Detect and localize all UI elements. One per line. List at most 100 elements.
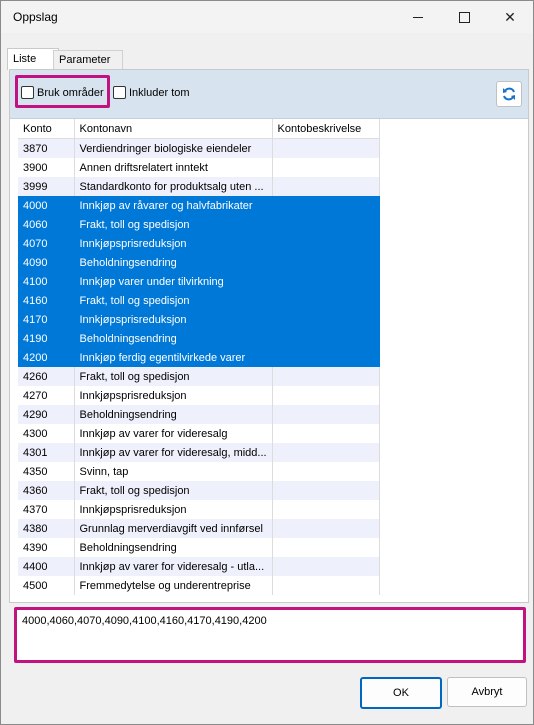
- cell-kontobeskrivelse: [272, 158, 380, 177]
- table-row[interactable]: 4400 Innkjøp av varer for videresalg - ut…: [18, 557, 380, 576]
- table-row[interactable]: 4170 Innkjøpsprisreduksjon: [18, 310, 380, 329]
- table-row[interactable]: 4380 Grunnlag merverdiavgift ved innførse…: [18, 519, 380, 538]
- cell-kontonavn: Innkjøp av varer for videresalg - utla..…: [74, 557, 273, 576]
- tab-parameter[interactable]: Parameter: [53, 50, 123, 70]
- cell-konto: 4300: [18, 424, 75, 443]
- selection-result-field[interactable]: 4000,4060,4070,4090,4100,4160,4170,4190,…: [14, 607, 526, 663]
- cell-kontonavn: Grunnlag merverdiavgift ved innførsel: [74, 519, 273, 538]
- accounts-table: Konto Kontonavn Kontobeskrivelse 3870 Ver…: [18, 119, 380, 595]
- cell-konto: 4270: [18, 386, 75, 405]
- filter-toolbar: Bruk områder Inkluder tom: [10, 70, 528, 119]
- table-row[interactable]: 4190 Beholdningsendring: [18, 329, 380, 348]
- table-row[interactable]: 4300 Innkjøp av varer for videresalg: [18, 424, 380, 443]
- maximize-icon: [458, 11, 470, 23]
- cell-konto: 4200: [18, 348, 75, 367]
- cell-kontonavn: Innkjøpsprisreduksjon: [74, 310, 273, 329]
- cell-kontobeskrivelse: [272, 177, 380, 196]
- table-row[interactable]: 4070 Innkjøpsprisreduksjon: [18, 234, 380, 253]
- table-row[interactable]: 4370 Innkjøpsprisreduksjon: [18, 500, 380, 519]
- cell-konto: 4301: [18, 443, 75, 462]
- cell-konto: 4290: [18, 405, 75, 424]
- cell-kontobeskrivelse: [272, 386, 380, 405]
- cell-kontobeskrivelse: [272, 253, 380, 272]
- refresh-button[interactable]: [496, 81, 522, 107]
- cell-konto: 4090: [18, 253, 75, 272]
- cell-kontonavn: Innkjøpsprisreduksjon: [74, 386, 273, 405]
- cell-kontonavn: Standardkonto for produktsalg uten ...: [74, 177, 273, 196]
- cell-kontobeskrivelse: [272, 310, 380, 329]
- cell-kontobeskrivelse: [272, 519, 380, 538]
- table-row[interactable]: 4000 Innkjøp av råvarer og halvfabrikater: [18, 196, 380, 215]
- table-row[interactable]: 4500 Fremmedytelse og underentreprise: [18, 576, 380, 595]
- col-header-konto[interactable]: Konto: [18, 119, 75, 139]
- table-row[interactable]: 4301 Innkjøp av varer for videresalg, mid…: [18, 443, 380, 462]
- cell-kontonavn: Beholdningsendring: [74, 253, 273, 272]
- cell-konto: 4500: [18, 576, 75, 595]
- table-row[interactable]: 4350 Svinn, tap: [18, 462, 380, 481]
- table-row[interactable]: 4360 Frakt, toll og spedisjon: [18, 481, 380, 500]
- cell-kontobeskrivelse: [272, 138, 380, 158]
- dialog-window: Oppslag ✕ Liste Parameter Bruk områder I…: [0, 0, 534, 725]
- cell-kontonavn: Frakt, toll og spedisjon: [74, 215, 273, 234]
- cell-kontobeskrivelse: [272, 538, 380, 557]
- checkbox-box[interactable]: [21, 86, 34, 99]
- cell-kontonavn: Frakt, toll og spedisjon: [74, 291, 273, 310]
- col-header-kontobeskrivelse[interactable]: Kontobeskrivelse: [272, 119, 380, 139]
- cell-konto: 3999: [18, 177, 75, 196]
- cell-konto: 4060: [18, 215, 75, 234]
- cell-kontobeskrivelse: [272, 272, 380, 291]
- table-row[interactable]: 4290 Beholdningsendring: [18, 405, 380, 424]
- maximize-button[interactable]: [441, 1, 487, 33]
- table-row[interactable]: 3870 Verdiendringer biologiske eiendeler: [18, 138, 380, 158]
- cell-kontonavn: Innkjøp av varer for videresalg, midd...: [74, 443, 273, 462]
- table-row[interactable]: 4060 Frakt, toll og spedisjon: [18, 215, 380, 234]
- cell-kontobeskrivelse: [272, 443, 380, 462]
- checkbox-box[interactable]: [113, 86, 126, 99]
- cell-kontobeskrivelse: [272, 291, 380, 310]
- inkluder-tom-label: Inkluder tom: [129, 86, 190, 99]
- cell-kontonavn: Beholdningsendring: [74, 405, 273, 424]
- cell-kontobeskrivelse: [272, 196, 380, 215]
- cell-kontonavn: Innkjøp varer under tilvirkning: [74, 272, 273, 291]
- table-row[interactable]: 4090 Beholdningsendring: [18, 253, 380, 272]
- table-row[interactable]: 4160 Frakt, toll og spedisjon: [18, 291, 380, 310]
- table-row[interactable]: 4260 Frakt, toll og spedisjon: [18, 367, 380, 386]
- col-header-kontonavn[interactable]: Kontonavn: [74, 119, 273, 139]
- window-title: Oppslag: [13, 10, 58, 24]
- cell-konto: 4170: [18, 310, 75, 329]
- ok-button[interactable]: OK: [360, 677, 442, 709]
- minimize-icon: [413, 16, 423, 18]
- cell-kontonavn: Svinn, tap: [74, 462, 273, 481]
- cell-kontobeskrivelse: [272, 462, 380, 481]
- bruk-omrader-checkbox[interactable]: Bruk områder: [21, 86, 104, 99]
- cell-konto: 4000: [18, 196, 75, 215]
- table-row[interactable]: 4100 Innkjøp varer under tilvirkning: [18, 272, 380, 291]
- cell-konto: 4380: [18, 519, 75, 538]
- cell-konto: 4070: [18, 234, 75, 253]
- table-body: 3870 Verdiendringer biologiske eiendeler 3…: [18, 138, 380, 595]
- close-button[interactable]: ✕: [487, 1, 533, 33]
- table-row[interactable]: 3900 Annen driftsrelatert inntekt: [18, 158, 380, 177]
- cell-kontobeskrivelse: [272, 424, 380, 443]
- list-panel: Bruk områder Inkluder tom Konto Kontonav…: [9, 69, 529, 603]
- cancel-button[interactable]: Avbryt: [447, 677, 527, 707]
- inkluder-tom-checkbox[interactable]: Inkluder tom: [113, 86, 190, 99]
- cell-konto: 3900: [18, 158, 75, 177]
- table-row[interactable]: 3999 Standardkonto for produktsalg uten .…: [18, 177, 380, 196]
- table-row[interactable]: 4200 Innkjøp ferdig egentilvirkede varer: [18, 348, 380, 367]
- cell-kontonavn: Innkjøp av varer for videresalg: [74, 424, 273, 443]
- cell-konto: 4400: [18, 557, 75, 576]
- close-icon: ✕: [504, 8, 516, 25]
- cell-konto: 4260: [18, 367, 75, 386]
- table-row[interactable]: 4390 Beholdningsendring: [18, 538, 380, 557]
- cell-kontonavn: Beholdningsendring: [74, 329, 273, 348]
- cell-konto: 4350: [18, 462, 75, 481]
- cell-konto: 4100: [18, 272, 75, 291]
- tab-liste[interactable]: Liste: [7, 48, 59, 70]
- cell-kontobeskrivelse: [272, 576, 380, 595]
- cell-kontonavn: Beholdningsendring: [74, 538, 273, 557]
- table-row[interactable]: 4270 Innkjøpsprisreduksjon: [18, 386, 380, 405]
- cell-kontobeskrivelse: [272, 348, 380, 367]
- minimize-button[interactable]: [395, 1, 441, 33]
- cell-konto: 4370: [18, 500, 75, 519]
